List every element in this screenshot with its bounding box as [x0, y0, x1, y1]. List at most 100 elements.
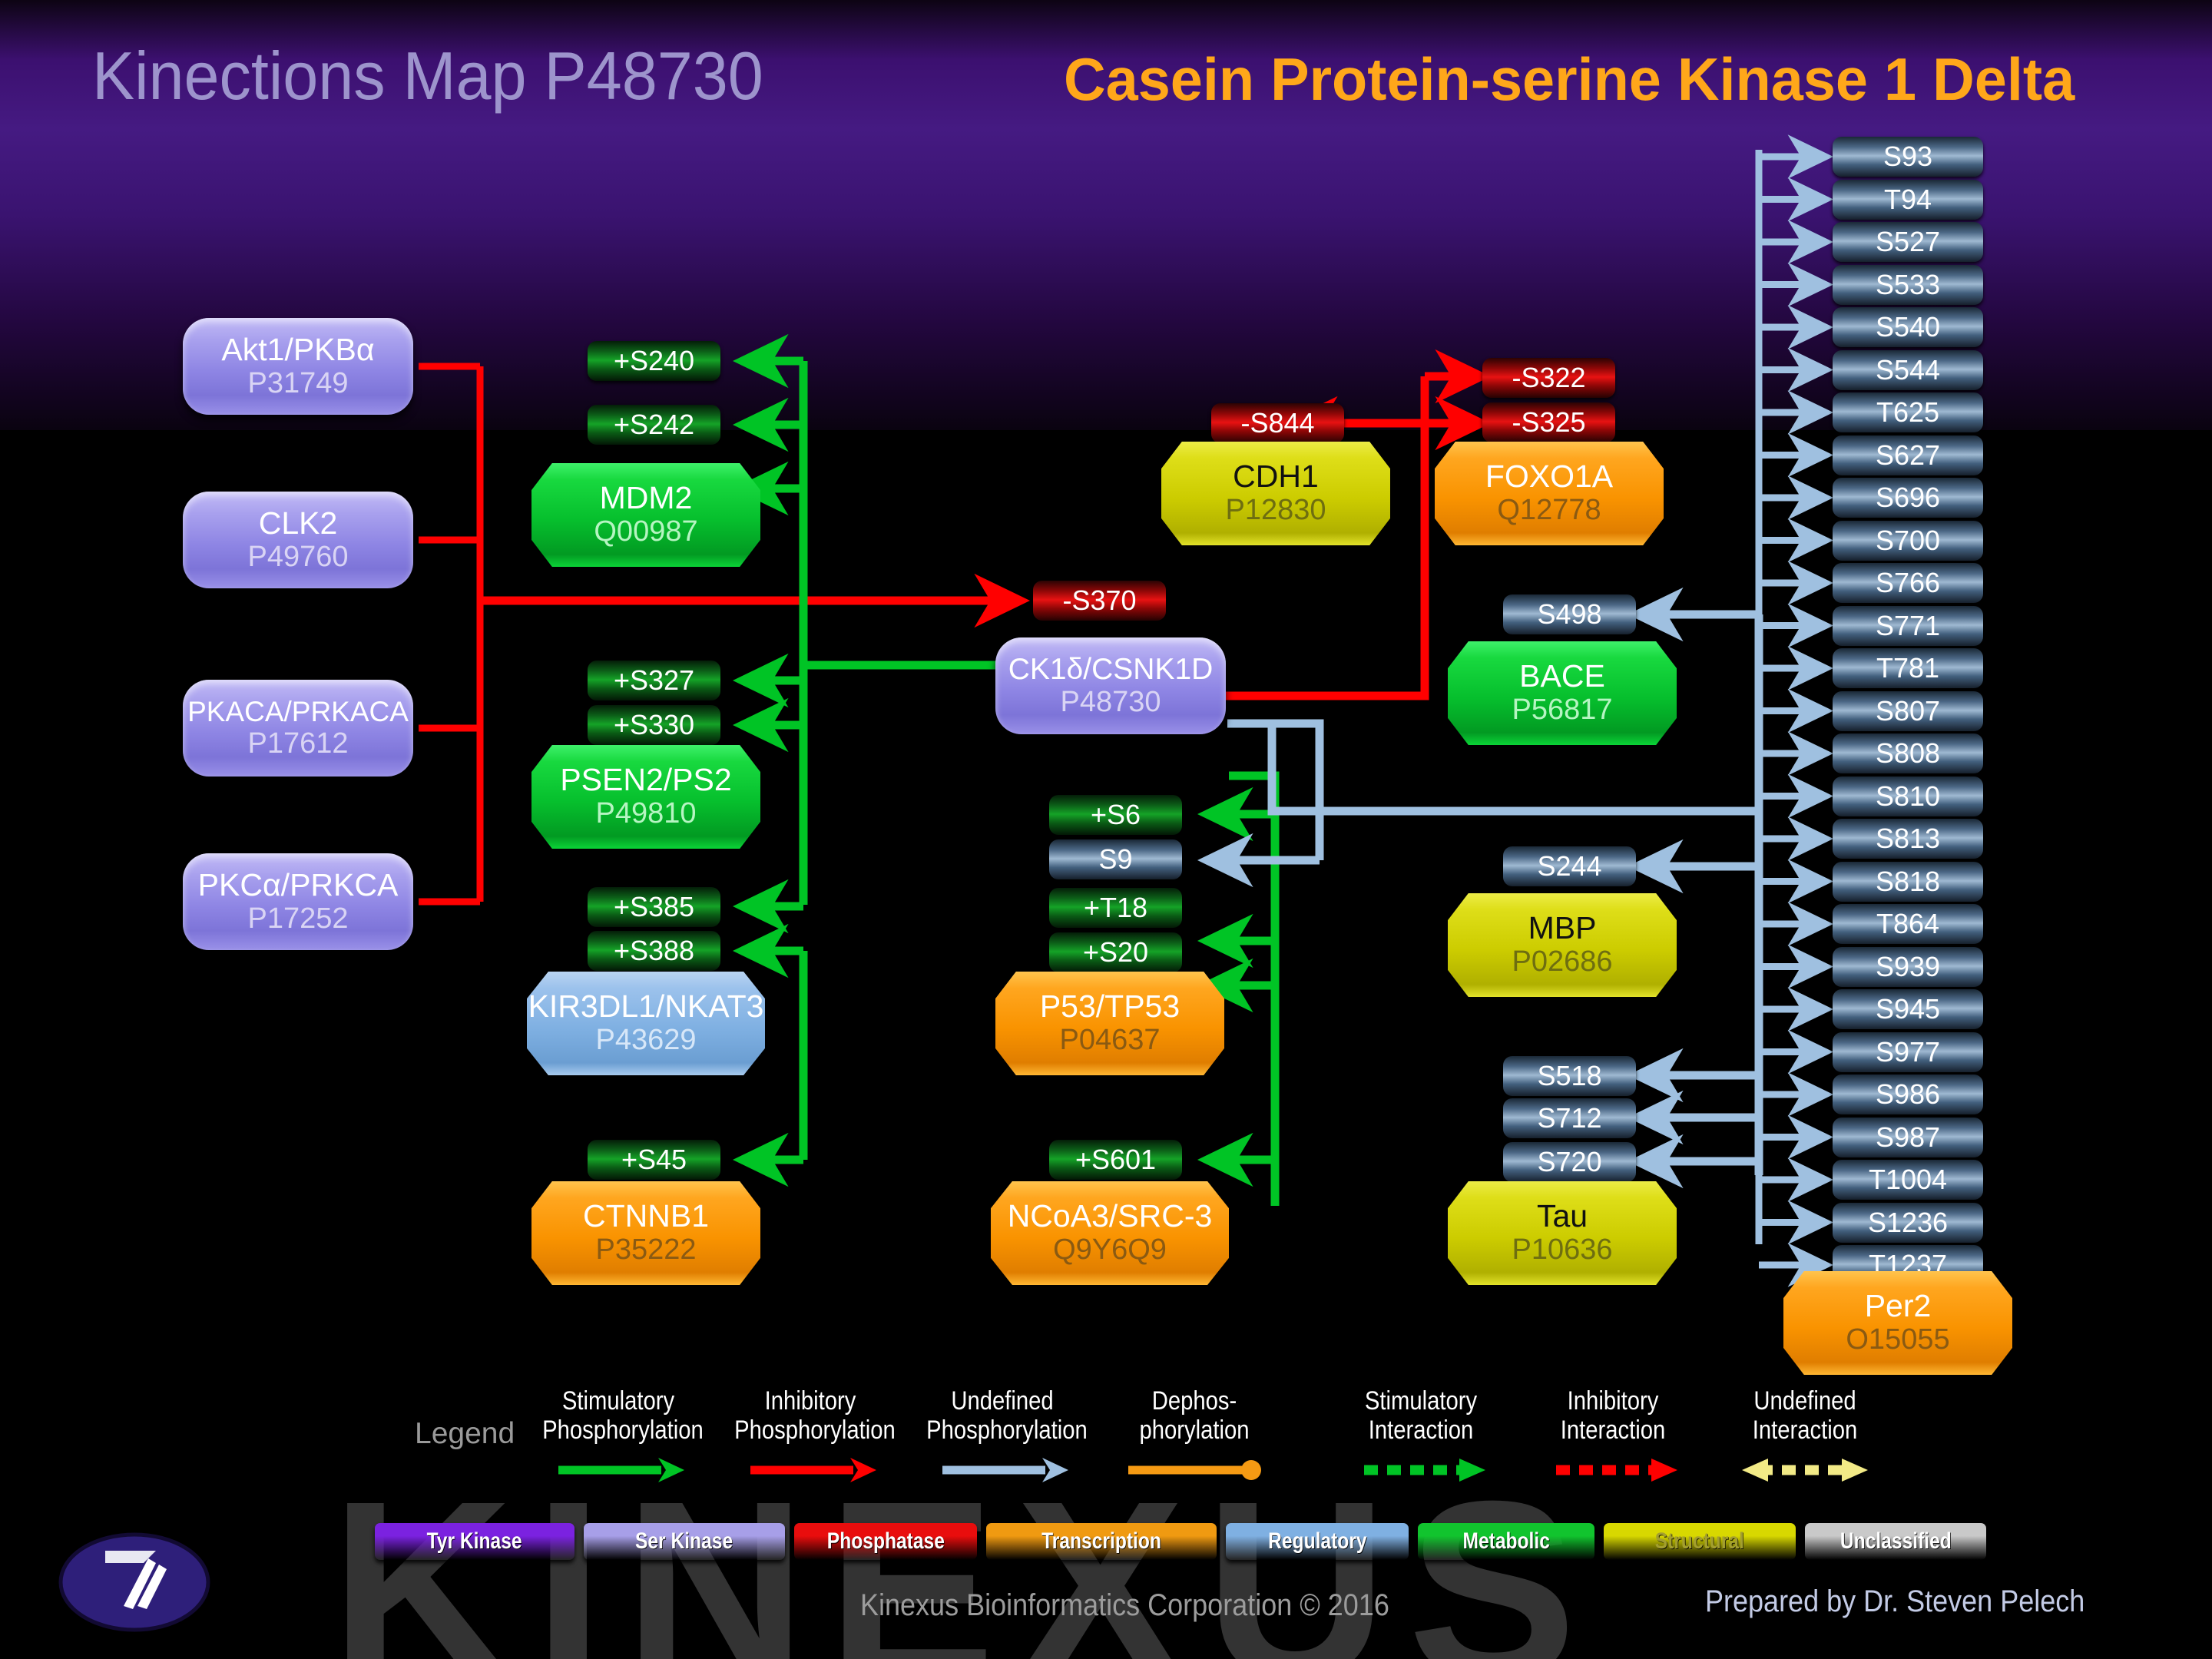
site-mdm2-s240[interactable]: +S240: [588, 341, 720, 381]
node-kir3dl1[interactable]: KIR3DL1/NKAT3 P43629: [527, 972, 765, 1075]
site-tau-s518[interactable]: S518: [1503, 1056, 1636, 1096]
site-per2-s700[interactable]: S700: [1833, 520, 1983, 561]
category-badge-metabolic[interactable]: Metabolic: [1418, 1523, 1594, 1560]
site-mbp-s244[interactable]: S244: [1503, 846, 1636, 886]
site-ctnnb1-s45[interactable]: +S45: [588, 1140, 720, 1180]
site-label: S9: [1098, 843, 1133, 875]
site-per2-t864[interactable]: T864: [1833, 904, 1983, 944]
node-pkaca[interactable]: PKACA/PRKACA P17612: [183, 680, 413, 777]
node-mbp[interactable]: MBP P02686: [1448, 893, 1677, 997]
site-label: S93: [1883, 141, 1933, 172]
node-accession: P10636: [1512, 1233, 1613, 1267]
site-psen2-s327[interactable]: +S327: [588, 661, 720, 700]
node-accession: P49760: [247, 540, 349, 573]
site-label: S986: [1875, 1078, 1941, 1110]
node-name: NCoA3/SRC-3: [1007, 1198, 1213, 1234]
node-cdh1[interactable]: CDH1 P12830: [1161, 442, 1390, 545]
site-per2-s627[interactable]: S627: [1833, 435, 1983, 475]
category-badge-ser-kinase[interactable]: Ser Kinase: [584, 1523, 785, 1560]
category-badge-unclassified[interactable]: Unclassified: [1805, 1523, 1986, 1560]
site-per2-s818[interactable]: S818: [1833, 861, 1983, 902]
site-per2-t1004[interactable]: T1004: [1833, 1160, 1983, 1200]
site-cdh1-s844[interactable]: -S844: [1211, 403, 1344, 443]
site-per2-s533[interactable]: S533: [1833, 264, 1983, 305]
site-label: S818: [1875, 865, 1941, 897]
site-kir3dl1-s385[interactable]: +S385: [588, 887, 720, 927]
node-clk2[interactable]: CLK2 P49760: [183, 492, 413, 588]
site-per2-s93[interactable]: S93: [1833, 137, 1983, 177]
site-bace-s498[interactable]: S498: [1503, 594, 1636, 634]
node-accession: P17612: [247, 727, 349, 760]
legend-item-label: Stimulatory Phosphorylation: [542, 1386, 704, 1445]
site-label: S544: [1875, 353, 1941, 386]
site-per2-s1236[interactable]: S1236: [1833, 1202, 1983, 1243]
node-ctnnb1[interactable]: CTNNB1 P35222: [531, 1181, 760, 1285]
site-kir3dl1-s388[interactable]: +S388: [588, 931, 720, 971]
site-per2-s696[interactable]: S696: [1833, 478, 1983, 518]
legend-item-label: Stimulatory Interaction: [1364, 1386, 1478, 1445]
node-pkca[interactable]: PKCα/PRKCA P17252: [183, 853, 413, 950]
node-bace[interactable]: BACE P56817: [1448, 641, 1677, 745]
site-label: S244: [1537, 850, 1602, 882]
site-per2-s544[interactable]: S544: [1833, 349, 1983, 390]
category-badge-transcription[interactable]: Transcription: [986, 1523, 1217, 1560]
category-badge-phosphatase[interactable]: Phosphatase: [794, 1523, 977, 1560]
node-accession: P12830: [1225, 494, 1326, 527]
site-per2-s527[interactable]: S527: [1833, 222, 1983, 262]
site-p53-t18[interactable]: +T18: [1049, 888, 1182, 928]
site-per2-s810[interactable]: S810: [1833, 776, 1983, 816]
legend-item-label: Undefined Interaction: [1752, 1386, 1858, 1445]
node-per2[interactable]: Per2 O15055: [1783, 1271, 2012, 1375]
category-badge-structural[interactable]: Structural: [1604, 1523, 1796, 1560]
node-akt1[interactable]: Akt1/PKBα P31749: [183, 318, 413, 415]
site-per2-s977[interactable]: S977: [1833, 1031, 1983, 1072]
site-foxo1a-s322[interactable]: -S322: [1482, 358, 1615, 398]
site-label: S808: [1875, 737, 1941, 769]
site-per2-t94[interactable]: T94: [1833, 179, 1983, 220]
site-label: S813: [1875, 823, 1941, 854]
site-per2-s808[interactable]: S808: [1833, 733, 1983, 773]
site-ncoa3-s601[interactable]: +S601: [1049, 1140, 1182, 1180]
site-psen2-s330[interactable]: +S330: [588, 705, 720, 745]
node-ck1d[interactable]: CK1δ/CSNK1D P48730: [995, 637, 1226, 734]
node-tau[interactable]: Tau P10636: [1448, 1181, 1677, 1285]
site-per2-s540[interactable]: S540: [1833, 307, 1983, 347]
site-foxo1a-s325[interactable]: -S325: [1482, 402, 1615, 442]
node-foxo1a[interactable]: FOXO1A Q12778: [1435, 442, 1664, 545]
site-label: S700: [1875, 524, 1941, 556]
site-per2-s987[interactable]: S987: [1833, 1117, 1983, 1157]
site-per2-t625[interactable]: T625: [1833, 392, 1983, 432]
legend-item-1: Inhibitory Phosphorylation: [722, 1386, 899, 1485]
site-tau-s720[interactable]: S720: [1503, 1142, 1636, 1182]
node-name: P53/TP53: [1039, 988, 1181, 1025]
site-label: S807: [1875, 694, 1941, 727]
site-p53-s20[interactable]: +S20: [1049, 932, 1182, 972]
site-tau-s712[interactable]: S712: [1503, 1098, 1636, 1138]
node-accession: P56817: [1512, 694, 1613, 727]
legend-item-label: Inhibitory Interaction: [1560, 1386, 1666, 1445]
site-per2-t781[interactable]: T781: [1833, 648, 1983, 688]
legend-item-3: Dephos-phorylation: [1106, 1386, 1283, 1485]
site-p53-s9[interactable]: S9: [1049, 839, 1182, 879]
site-p53-s6[interactable]: +S6: [1049, 795, 1182, 835]
legend-label: Legend: [415, 1417, 515, 1450]
site-per2-s939[interactable]: S939: [1833, 946, 1983, 987]
category-badge-regulatory[interactable]: Regulatory: [1226, 1523, 1409, 1560]
node-p53[interactable]: P53/TP53 P04637: [995, 972, 1224, 1075]
category-badge-tyr-kinase[interactable]: Tyr Kinase: [375, 1523, 575, 1560]
node-psen2[interactable]: PSEN2/PS2 P49810: [531, 745, 760, 849]
site-per2-s986[interactable]: S986: [1833, 1075, 1983, 1114]
node-ncoa3[interactable]: NCoA3/SRC-3 Q9Y6Q9: [991, 1181, 1229, 1285]
site-per2-s945[interactable]: S945: [1833, 989, 1983, 1029]
node-name: FOXO1A: [1485, 459, 1614, 495]
node-mdm2[interactable]: MDM2 Q00987: [531, 463, 760, 567]
site-per2-s813[interactable]: S813: [1833, 819, 1983, 859]
site-per2-s766[interactable]: S766: [1833, 563, 1983, 603]
site-mdm2-s242[interactable]: +S242: [588, 405, 720, 445]
site-ck1d-s370[interactable]: -S370: [1033, 581, 1166, 621]
site-label: -S370: [1062, 584, 1137, 616]
category-badge-label: Structural: [1654, 1528, 1745, 1554]
site-label: T864: [1876, 908, 1940, 939]
site-per2-s771[interactable]: S771: [1833, 605, 1983, 646]
site-per2-s807[interactable]: S807: [1833, 690, 1983, 731]
